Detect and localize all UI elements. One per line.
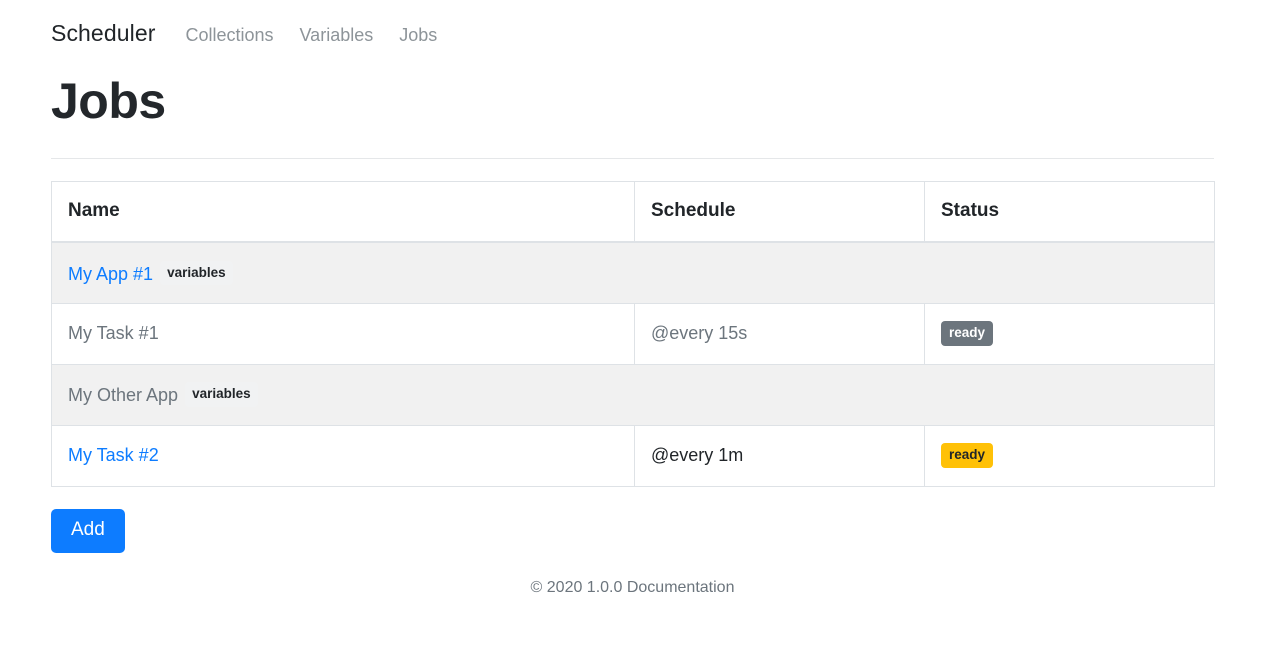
- page-root: Scheduler Collections Variables Jobs Job…: [0, 0, 1265, 665]
- column-header-schedule: Schedule: [634, 180, 925, 244]
- collection-name: My Other App: [68, 385, 179, 406]
- page-container: Scheduler Collections Variables Jobs Job…: [51, 0, 1215, 597]
- jobs-table: Name Schedule Status My App #1 variables: [51, 180, 1215, 487]
- add-button[interactable]: Add: [51, 508, 125, 554]
- cell-schedule: @every 15s: [634, 302, 925, 365]
- nav-link-jobs[interactable]: Jobs: [399, 25, 437, 47]
- jobs-table-body: My App #1 variables My Task #1 @every 15s…: [51, 241, 1215, 487]
- status-badge: ready: [941, 443, 994, 468]
- job-name: My Task #1: [68, 323, 159, 344]
- status-badge: ready: [941, 321, 994, 346]
- collection-link[interactable]: My App #1: [68, 264, 153, 284]
- cell-status: [924, 363, 1215, 426]
- footer-copyright: © 2020 1.0.0: [530, 579, 627, 597]
- brand-scheduler[interactable]: Scheduler: [51, 20, 155, 48]
- variables-badge[interactable]: variables: [185, 382, 258, 407]
- main-navbar: Scheduler Collections Variables Jobs: [51, 0, 1214, 48]
- title-divider: [51, 157, 1214, 159]
- jobs-table-head: Name Schedule Status: [51, 180, 1215, 244]
- footer-documentation-link[interactable]: Documentation: [627, 579, 735, 596]
- cell-name: My Task #2: [51, 424, 635, 487]
- nav-link-collections[interactable]: Collections: [185, 25, 273, 47]
- column-header-status: Status: [924, 180, 1215, 244]
- cell-schedule: [634, 363, 925, 426]
- cell-status: [924, 241, 1215, 304]
- table-row: My Task #1 @every 15s ready: [51, 302, 1215, 365]
- cell-name: My Other App variables: [51, 363, 635, 426]
- table-header-row: Name Schedule Status: [51, 180, 1215, 244]
- cell-schedule: @every 1m: [634, 424, 925, 487]
- table-row: My Other App variables: [51, 363, 1215, 426]
- table-row: My Task #2 @every 1m ready: [51, 424, 1215, 487]
- cell-schedule: [634, 241, 925, 304]
- page-title: Jobs: [51, 72, 166, 129]
- variables-badge[interactable]: variables: [160, 260, 233, 286]
- cell-name: My App #1 variables: [51, 241, 635, 304]
- nav-link-variables[interactable]: Variables: [300, 25, 374, 47]
- cell-status: ready: [924, 424, 1215, 487]
- job-link[interactable]: My Task #2: [68, 445, 159, 465]
- page-footer: © 2020 1.0.0 Documentation: [51, 579, 1214, 597]
- navbar-links: Collections Variables Jobs: [185, 25, 437, 47]
- cell-status: ready: [924, 302, 1215, 365]
- column-header-name: Name: [51, 180, 635, 244]
- table-row: My App #1 variables: [51, 241, 1215, 304]
- cell-name: My Task #1: [51, 302, 635, 365]
